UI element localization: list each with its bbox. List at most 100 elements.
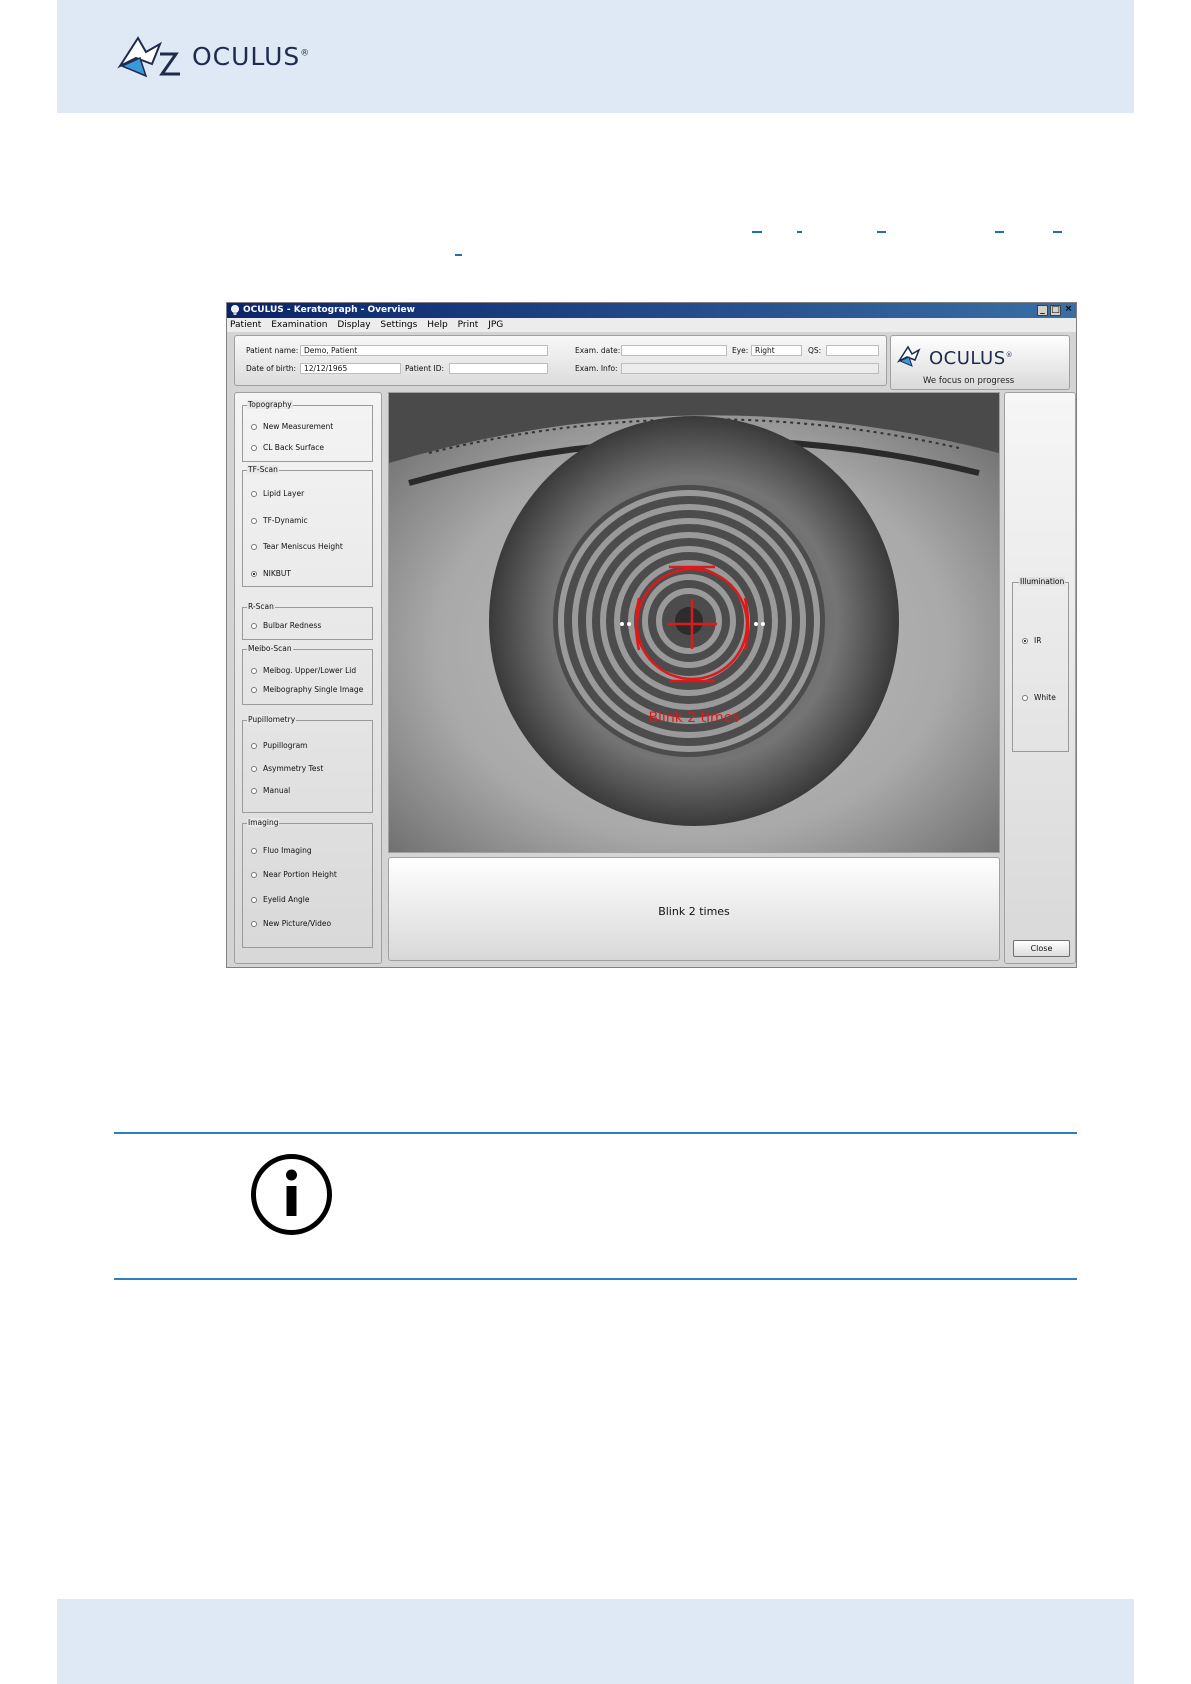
- group-title: R-Scan: [247, 602, 275, 611]
- text-mark: [752, 231, 762, 233]
- radio-dot: [251, 765, 257, 772]
- radio-label: New Measurement: [263, 422, 334, 431]
- radio-dot: [251, 667, 257, 674]
- menu-patient[interactable]: Patient: [230, 320, 261, 330]
- camera-view: Blink 2 times: [388, 392, 1000, 853]
- window-title: OCULUS - Keratograph - Overview: [243, 305, 415, 315]
- menu-examination[interactable]: Examination: [271, 320, 327, 330]
- radio-dot: [251, 871, 257, 878]
- app-bulb-icon: [231, 305, 239, 315]
- radio-dot: [251, 622, 257, 629]
- radio-eyelid-angle[interactable]: Eyelid Angle: [251, 895, 309, 904]
- logo-name: OCULUS®: [929, 348, 1014, 369]
- dob-field[interactable]: 12/12/1965: [300, 363, 401, 374]
- menu-jpg[interactable]: JPG: [488, 320, 503, 330]
- oculus-logo: OCULUS®: [116, 34, 310, 78]
- radio-label: CL Back Surface: [263, 443, 324, 452]
- radio-label: Near Portion Height: [263, 870, 337, 879]
- eye-image: Blink 2 times: [389, 393, 999, 852]
- group-illumination: Illumination IR White: [1012, 577, 1069, 752]
- instruction-message: Blink 2 times: [658, 905, 730, 918]
- eye-field[interactable]: Right: [751, 345, 802, 356]
- radio-dot: [251, 686, 257, 693]
- brand-name: OCULUS®: [192, 41, 311, 71]
- radio-dot: [251, 742, 257, 749]
- group-imaging: Imaging Fluo Imaging Near Portion Height…: [242, 818, 373, 948]
- patient-name-label: Patient name:: [246, 346, 299, 355]
- group-title: Pupillometry: [247, 715, 297, 724]
- radio-fluo-imaging[interactable]: Fluo Imaging: [251, 846, 312, 855]
- radio-meibog-upper-lower[interactable]: Meibog. Upper/Lower Lid: [251, 666, 356, 675]
- radio-dot: [251, 423, 257, 430]
- group-tf-scan: TF-Scan Lipid Layer TF-Dynamic Tear Meni…: [242, 465, 373, 587]
- radio-new-measurement[interactable]: New Measurement: [251, 422, 333, 431]
- radio-nikbut[interactable]: NIKBUT: [251, 569, 291, 578]
- radio-label: Meibography Single Image: [263, 685, 364, 694]
- info-rule-top: [114, 1132, 1077, 1134]
- text-mark: [455, 254, 462, 256]
- radio-label: White: [1034, 693, 1056, 702]
- info-icon: [251, 1154, 332, 1235]
- menu-help[interactable]: Help: [427, 320, 448, 330]
- window-titlebar: OCULUS - Keratograph - Overview _ □ ×: [227, 303, 1076, 318]
- radio-tear-meniscus-height[interactable]: Tear Meniscus Height: [251, 542, 343, 551]
- oculus-logo-box: OCULUS® We focus on progress: [890, 335, 1070, 390]
- group-title: Illumination: [1019, 577, 1066, 586]
- radio-tf-dynamic[interactable]: TF-Dynamic: [251, 516, 308, 525]
- group-title: Meibo-Scan: [247, 644, 293, 653]
- radio-dot: [251, 920, 257, 927]
- radio-label: Meibog. Upper/Lower Lid: [263, 666, 357, 675]
- radio-dot-selected: [251, 570, 257, 577]
- minimize-button[interactable]: _: [1037, 305, 1048, 316]
- radio-dot: [251, 787, 257, 794]
- radio-illumination-white[interactable]: White: [1022, 693, 1056, 702]
- info-rule-bottom: [114, 1278, 1077, 1280]
- radio-label: New Picture/Video: [263, 919, 332, 928]
- radio-label: Bulbar Redness: [263, 621, 322, 630]
- exam-date-label: Exam. date:: [575, 346, 621, 355]
- measurement-panel: Topography New Measurement CL Back Surfa…: [234, 392, 382, 964]
- radio-bulbar-redness[interactable]: Bulbar Redness: [251, 621, 321, 630]
- radio-meibography-single[interactable]: Meibography Single Image: [251, 685, 363, 694]
- menu-print[interactable]: Print: [458, 320, 479, 330]
- maximize-button[interactable]: □: [1050, 305, 1061, 316]
- page-footer: [57, 1599, 1134, 1684]
- radio-label: TF-Dynamic: [263, 516, 308, 525]
- radio-manual[interactable]: Manual: [251, 786, 290, 795]
- group-title: Topography: [247, 400, 293, 409]
- exam-date-field[interactable]: [621, 345, 727, 356]
- group-topography: Topography New Measurement CL Back Surfa…: [242, 400, 373, 462]
- menu-settings[interactable]: Settings: [380, 320, 417, 330]
- keratograph-window: OCULUS - Keratograph - Overview _ □ × Pa…: [226, 302, 1077, 968]
- group-pupillometry: Pupillometry Pupillogram Asymmetry Test …: [242, 715, 373, 813]
- radio-new-picture-video[interactable]: New Picture/Video: [251, 919, 331, 928]
- radio-cl-back-surface[interactable]: CL Back Surface: [251, 443, 324, 452]
- qs-label: QS:: [808, 346, 822, 355]
- radio-dot: [251, 490, 257, 497]
- exam-info-label: Exam. Info:: [575, 364, 618, 373]
- patient-id-field[interactable]: [449, 363, 548, 374]
- close-window-button[interactable]: ×: [1063, 305, 1074, 316]
- patient-name-field[interactable]: Demo, Patient: [300, 345, 548, 356]
- radio-label: IR: [1034, 636, 1042, 645]
- exam-info-field[interactable]: [621, 363, 879, 374]
- radio-pupillogram[interactable]: Pupillogram: [251, 741, 308, 750]
- radio-illumination-ir[interactable]: IR: [1022, 636, 1041, 645]
- radio-dot: [251, 896, 257, 903]
- menu-display[interactable]: Display: [337, 320, 370, 330]
- patient-id-label: Patient ID:: [405, 364, 445, 373]
- radio-label: Manual: [263, 786, 291, 795]
- radio-dot: [251, 847, 257, 854]
- radio-asymmetry-test[interactable]: Asymmetry Test: [251, 764, 323, 773]
- radio-dot: [1022, 694, 1028, 701]
- message-box: Blink 2 times: [388, 857, 1000, 961]
- qs-field[interactable]: [826, 345, 879, 356]
- radio-label: Eyelid Angle: [263, 895, 310, 904]
- oculus-logo-icon: [897, 345, 921, 367]
- radio-lipid-layer[interactable]: Lipid Layer: [251, 489, 304, 498]
- group-r-scan: R-Scan Bulbar Redness: [242, 602, 373, 640]
- group-title: TF-Scan: [247, 465, 279, 474]
- radio-near-portion-height[interactable]: Near Portion Height: [251, 870, 337, 879]
- text-mark: [877, 231, 886, 233]
- close-button[interactable]: Close: [1013, 940, 1070, 957]
